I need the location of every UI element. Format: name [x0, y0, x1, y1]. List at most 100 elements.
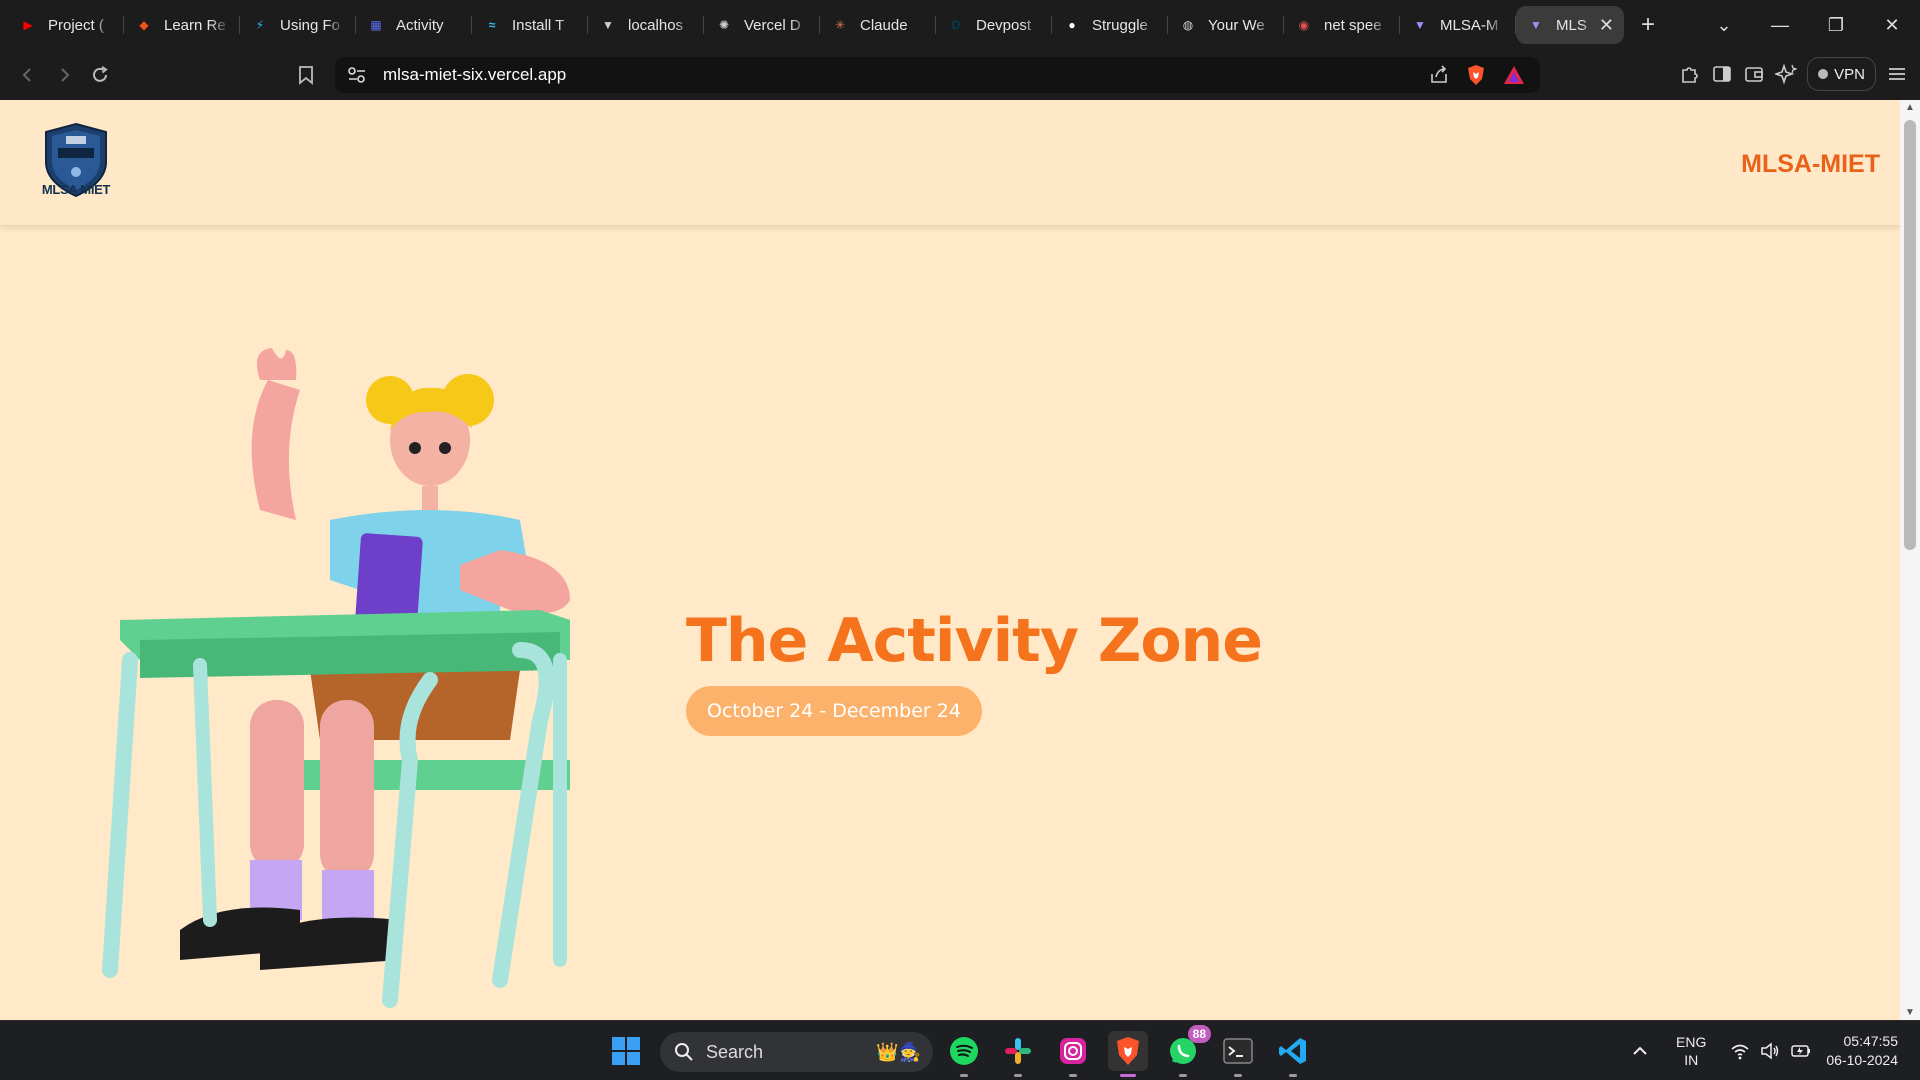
browser-tab[interactable]: ✳ Claude: [820, 6, 936, 44]
wallet-icon[interactable]: [1743, 63, 1765, 85]
student-at-desk-illustration: [102, 348, 570, 1008]
taskbar-spotify[interactable]: [944, 1031, 984, 1077]
github-icon: ●: [1068, 18, 1076, 32]
running-indicator: [1014, 1074, 1022, 1077]
taskbar-slack[interactable]: [998, 1031, 1038, 1077]
url-text[interactable]: mlsa-miet-six.vercel.app: [383, 65, 566, 85]
forward-button[interactable]: [46, 57, 82, 93]
restore-button[interactable]: ❐: [1808, 15, 1864, 36]
tab-title: Your We: [1208, 16, 1265, 34]
running-indicator: [1069, 1074, 1077, 1077]
browser-tab[interactable]: ▦ Activity: [356, 6, 472, 44]
browser-tab[interactable]: D Devpost: [936, 6, 1052, 44]
system-tray: ENG IN 05:47:55 06-10-2024: [1632, 1021, 1920, 1080]
tab-title: Claude: [860, 16, 908, 34]
language-indicator[interactable]: ENG IN: [1676, 1033, 1706, 1069]
running-indicator: [1289, 1074, 1297, 1077]
sidebar-icon[interactable]: [1711, 63, 1733, 85]
tab-title: Learn Re: [164, 16, 226, 34]
shield-icon: ◉: [1298, 18, 1310, 32]
active-browser-tab[interactable]: ▼ MLS ✕: [1516, 6, 1624, 44]
youtube-icon: ▶: [23, 18, 33, 32]
figma-icon: ◆: [139, 18, 149, 32]
new-tab-button[interactable]: +: [1628, 6, 1668, 44]
active-indicator: [1120, 1074, 1136, 1077]
tab-strip: ▶ Project ( ◆ Learn Re ⚡ Using Fo ▦ Activity ≈ In…: [0, 0, 1668, 50]
browser-tab[interactable]: ≈ Install T: [472, 6, 588, 44]
site-header: MLSA MIET MLSA-MIET: [0, 100, 1900, 226]
window-controls: ⌄ — ❐ ✕: [1696, 0, 1920, 50]
clock[interactable]: 05:47:55 06-10-2024: [1826, 1032, 1898, 1070]
windows-logo-icon: [612, 1037, 640, 1065]
chevron-up-icon[interactable]: [1632, 1043, 1648, 1059]
browser-tab[interactable]: ✺ Vercel D: [704, 6, 820, 44]
close-window-button[interactable]: ✕: [1864, 15, 1920, 36]
vite-icon: ▼: [1530, 18, 1542, 32]
tailwind-icon: ≈: [488, 18, 496, 32]
calendar-icon: ▦: [370, 18, 382, 32]
running-indicator: [1179, 1074, 1187, 1077]
globe-icon: ◍: [1182, 18, 1194, 32]
bookmark-button[interactable]: [288, 57, 324, 93]
vscode-icon: [1279, 1038, 1306, 1064]
web-page: MLSA MIET MLSA-MIET The Activity Zone Oc…: [0, 100, 1900, 1020]
taskbar-terminal[interactable]: [1218, 1031, 1258, 1077]
browser-tab[interactable]: ▼ localhos: [588, 6, 704, 44]
bolt-icon: ⚡: [255, 18, 265, 32]
leo-ai-icon[interactable]: [1775, 63, 1798, 85]
scrollbar-thumb[interactable]: [1904, 120, 1916, 550]
scroll-up-arrow-icon[interactable]: ▲: [1900, 102, 1920, 113]
battery-charging-icon: [1791, 1045, 1811, 1057]
taskbar-instagram[interactable]: [1053, 1031, 1093, 1077]
taskbar-vscode[interactable]: [1273, 1031, 1313, 1077]
brand-link[interactable]: MLSA-MIET: [1741, 150, 1880, 179]
date-range-badge: October 24 - December 24: [686, 686, 982, 736]
taskbar-brave[interactable]: [1108, 1031, 1148, 1077]
tab-title: Struggle: [1092, 16, 1148, 34]
browser-tab[interactable]: ▼ MLSA-M: [1400, 6, 1516, 44]
spotify-icon: [950, 1037, 978, 1065]
taskbar-whatsapp[interactable]: 88: [1163, 1025, 1211, 1077]
vpn-button[interactable]: VPN: [1807, 57, 1876, 91]
menu-icon[interactable]: [1886, 63, 1908, 85]
search-highlight-icon: 👑🧙: [876, 1041, 921, 1062]
tab-title: Vercel D: [744, 16, 801, 34]
notification-badge: 88: [1187, 1025, 1211, 1043]
reload-icon: [93, 66, 108, 82]
windows-taskbar: Search 👑🧙 88 ENG IN 05:47:55 06-10-2024: [0, 1020, 1920, 1080]
browser-tab[interactable]: ◍ Your We: [1168, 6, 1284, 44]
clock-time: 05:47:55: [1843, 1033, 1899, 1049]
share-icon[interactable]: [1428, 64, 1450, 86]
forward-arrow-icon: [61, 68, 70, 82]
start-button[interactable]: [606, 1031, 646, 1071]
quick-settings[interactable]: [1730, 1042, 1812, 1060]
tab-title: MLSA-M: [1440, 16, 1499, 34]
tab-title: MLS: [1556, 16, 1587, 34]
brave-shields-icon[interactable]: [1464, 63, 1488, 87]
claude-icon: ✳: [834, 18, 846, 32]
browser-tab[interactable]: ◉ net spee: [1284, 6, 1400, 44]
page-scrollbar[interactable]: ▲ ▼: [1900, 100, 1920, 1020]
tab-title: net spee: [1324, 16, 1382, 34]
close-tab-icon[interactable]: ✕: [1599, 15, 1614, 36]
site-settings-icon[interactable]: [347, 66, 367, 84]
tab-search-chevron-icon[interactable]: ⌄: [1696, 15, 1752, 36]
brave-rewards-icon[interactable]: [1502, 64, 1526, 86]
reload-button[interactable]: [82, 57, 118, 93]
back-button[interactable]: [10, 57, 46, 93]
tab-title: Devpost: [976, 16, 1032, 34]
browser-tab[interactable]: ◆ Learn Re: [124, 6, 240, 44]
minimize-button[interactable]: —: [1752, 15, 1808, 36]
vite-icon: ▼: [602, 18, 614, 32]
address-bar[interactable]: mlsa-miet-six.vercel.app: [335, 57, 1540, 93]
tab-title: Using Fo: [280, 16, 341, 34]
taskbar-search[interactable]: Search 👑🧙: [660, 1032, 933, 1072]
instagram-icon: [1060, 1038, 1086, 1064]
browser-tab[interactable]: ● Struggle: [1052, 6, 1168, 44]
extensions-icon[interactable]: [1679, 63, 1701, 85]
browser-tab-bar: ▶ Project ( ◆ Learn Re ⚡ Using Fo ▦ Activity ≈ In…: [0, 0, 1920, 50]
scroll-down-arrow-icon[interactable]: ▼: [1900, 1007, 1920, 1018]
address-bar-actions: [1428, 63, 1526, 87]
browser-tab[interactable]: ▶ Project (: [8, 6, 124, 44]
browser-tab[interactable]: ⚡ Using Fo: [240, 6, 356, 44]
